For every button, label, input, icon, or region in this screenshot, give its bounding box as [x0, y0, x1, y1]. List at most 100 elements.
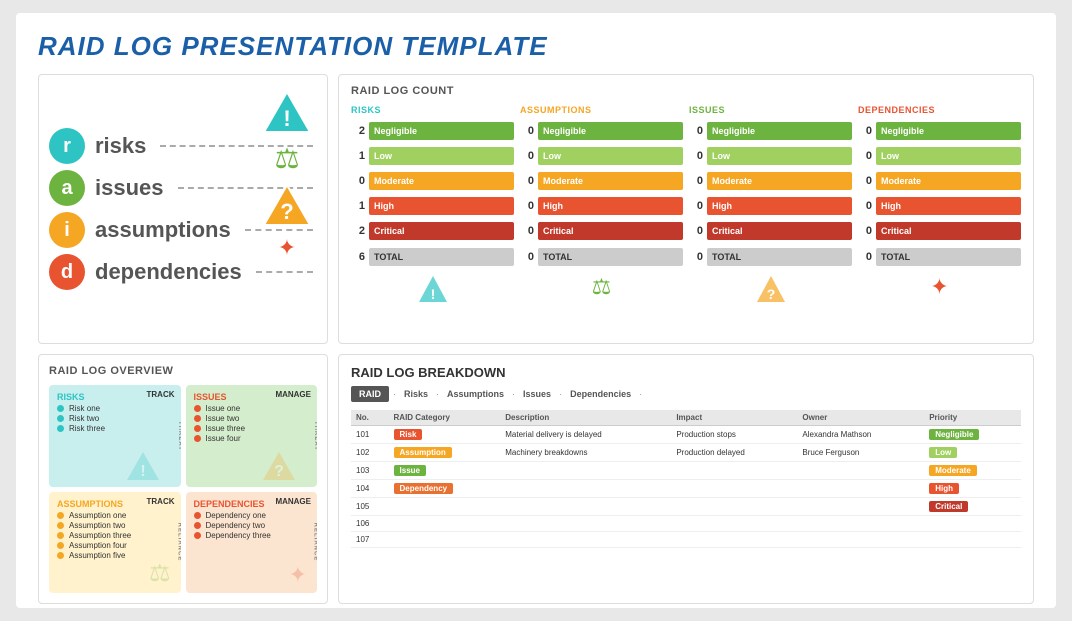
balance-scale-icon: ⚖ — [274, 142, 299, 175]
letter-d: d — [49, 254, 85, 290]
row-no: 106 — [351, 516, 389, 532]
row-no: 105 — [351, 498, 389, 516]
word-assumptions: assumptions — [95, 217, 231, 243]
count-num: 0 — [520, 200, 534, 212]
issues-item-text: Issue two — [206, 414, 240, 423]
overview-assumptions-item-4: Assumption four — [57, 541, 173, 550]
moderate-badge: Moderate — [538, 172, 683, 190]
overview-issues-item-2: Issue two — [194, 414, 310, 423]
svg-text:?: ? — [274, 463, 284, 480]
issues-item-text: Issue four — [206, 434, 241, 443]
issues-col-icon: ? — [689, 274, 852, 306]
critical-badge: Critical — [538, 222, 683, 240]
count-num: 0 — [351, 175, 365, 187]
dashed-line-4 — [256, 271, 313, 273]
count-num: 0 — [520, 150, 534, 162]
low-badge: Low — [707, 147, 852, 165]
overview-risks-item-1: Risk one — [57, 404, 173, 413]
letter-r: r — [49, 128, 85, 164]
priority-badge: Critical — [929, 501, 968, 512]
row-owner — [797, 480, 924, 498]
tab-assumptions[interactable]: Assumptions — [443, 386, 508, 402]
category-badge: Issue — [394, 465, 426, 476]
network-small-icon: ✦ — [930, 274, 948, 300]
count-row-low-dependencies: 0 Low — [858, 145, 1021, 167]
tab-issues[interactable]: Issues — [519, 386, 555, 402]
row-no: 107 — [351, 532, 389, 548]
tab-risks[interactable]: Risks — [400, 386, 432, 402]
overview-assumptions-item-3: Assumption three — [57, 531, 173, 540]
count-row-moderate-risks: 0 Moderate — [351, 170, 514, 192]
dot-icon — [194, 522, 201, 529]
row-category — [389, 532, 501, 548]
dependencies-item-text: Dependency three — [206, 531, 271, 540]
assumptions-item-text: Assumption one — [69, 511, 126, 520]
col-no: No. — [351, 410, 389, 426]
count-num: 0 — [689, 125, 703, 137]
tab-sep-5: · — [639, 389, 642, 399]
count-num: 0 — [858, 125, 872, 137]
tab-sep-3: · — [512, 389, 515, 399]
high-badge: High — [369, 197, 514, 215]
risks-col-icon: ! — [351, 274, 514, 306]
row-description — [500, 498, 671, 516]
network-watermark-icon: ✦ — [289, 562, 307, 588]
critical-badge: Critical — [876, 222, 1021, 240]
row-no: 103 — [351, 462, 389, 480]
row-description — [500, 516, 671, 532]
dependencies-item-text: Dependency two — [206, 521, 266, 530]
decorative-icons: ! ⚖ ? ✦ — [262, 90, 312, 261]
critical-badge: Critical — [707, 222, 852, 240]
priority-badge: Low — [929, 447, 957, 458]
dot-icon — [57, 552, 64, 559]
main-container: RAID LOG PRESENTATION TEMPLATE r risks a… — [16, 13, 1056, 608]
overview-issues-action: MANAGE — [275, 390, 311, 399]
count-row-moderate-assumptions: 0 Moderate — [520, 170, 683, 192]
row-priority: High — [924, 480, 1021, 498]
overview-assumptions-action: TRACK — [147, 497, 175, 506]
raid-count-panel: RAID LOG COUNT RISKS 2 Negligible 1 Low … — [338, 74, 1034, 344]
count-num: 0 — [858, 175, 872, 187]
category-badge: Dependency — [394, 483, 454, 494]
count-row-critical-dependencies: 0 Critical — [858, 220, 1021, 242]
row-description — [500, 462, 671, 480]
count-num: 0 — [689, 150, 703, 162]
total-badge: TOTAL — [538, 248, 683, 266]
tab-raid[interactable]: RAID — [351, 386, 389, 402]
issues-item-text: Issue three — [206, 424, 246, 433]
count-num: 0 — [520, 251, 534, 263]
count-num: 0 — [858, 150, 872, 162]
warning-small-icon: ! — [417, 274, 449, 306]
count-row-low-risks: 1 Low — [351, 145, 514, 167]
count-columns: RISKS 2 Negligible 1 Low 0 Moderate 1 — [351, 105, 1021, 328]
count-col-risks: RISKS 2 Negligible 1 Low 0 Moderate 1 — [351, 105, 514, 328]
priority-badge: High — [929, 483, 959, 494]
raid-overview-title: RAID LOG OVERVIEW — [49, 365, 317, 377]
row-owner: Alexandra Mathson — [797, 426, 924, 444]
overview-dependencies-item-2: Dependency two — [194, 521, 310, 530]
category-badge: Risk — [394, 429, 423, 440]
row-priority: Negligible — [924, 426, 1021, 444]
count-num: 6 — [351, 251, 365, 263]
overview-dependencies-action: MANAGE — [275, 497, 311, 506]
dot-icon — [57, 512, 64, 519]
row-impact: Production stops — [671, 426, 797, 444]
row-impact — [671, 480, 797, 498]
negligible-badge: Negligible — [876, 122, 1021, 140]
assumptions-item-text: Assumption five — [69, 551, 125, 560]
tab-dependencies[interactable]: Dependencies — [566, 386, 635, 402]
breakdown-tabs[interactable]: RAID · Risks · Assumptions · Issues · De… — [351, 386, 1021, 402]
count-num: 0 — [689, 175, 703, 187]
count-col-dependencies-title: DEPENDENCIES — [858, 105, 1021, 115]
category-badge: Assumption — [394, 447, 452, 458]
dot-icon — [194, 405, 201, 412]
count-col-assumptions-title: ASSUMPTIONS — [520, 105, 683, 115]
row-priority — [924, 516, 1021, 532]
issues-item-text: Issue one — [206, 404, 241, 413]
row-category — [389, 516, 501, 532]
count-row-high-dependencies: 0 High — [858, 195, 1021, 217]
overview-issues-item-1: Issue one — [194, 404, 310, 413]
count-row-low-issues: 0 Low — [689, 145, 852, 167]
assumptions-col-icon: ⚖ — [520, 274, 683, 300]
count-row-high-issues: 0 High — [689, 195, 852, 217]
